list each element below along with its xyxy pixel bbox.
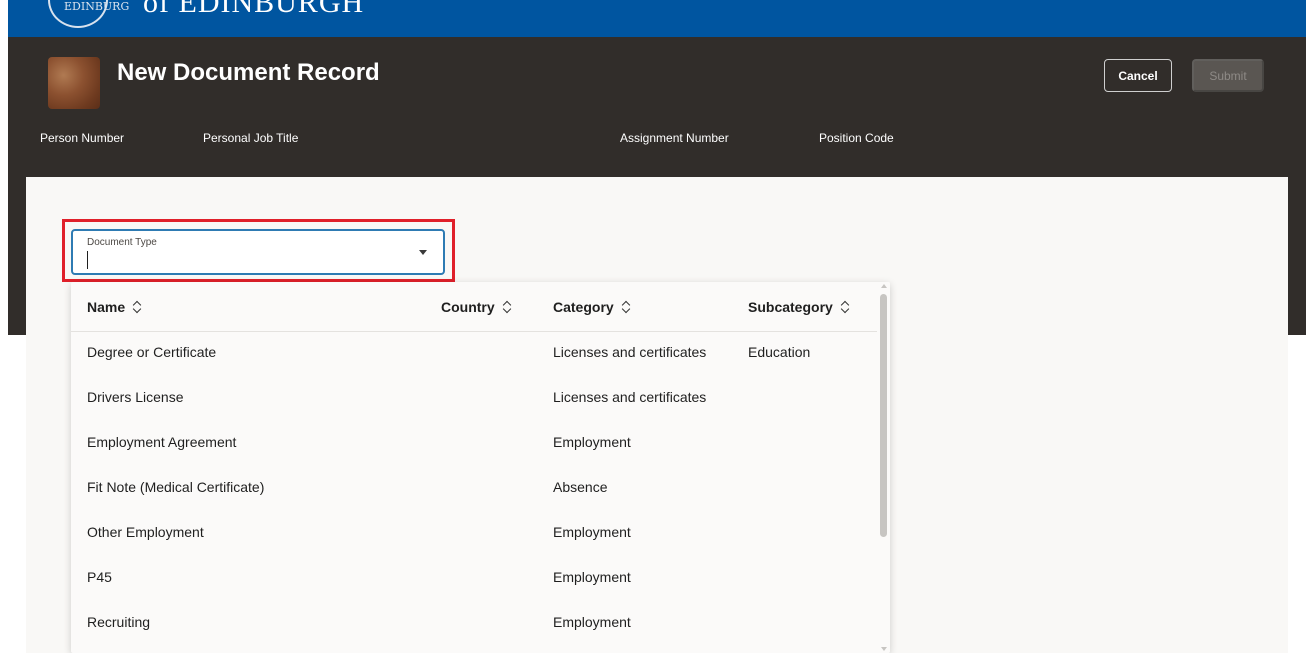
- cell-category: Employment: [553, 434, 631, 450]
- cell-category: Employment: [553, 524, 631, 540]
- sort-icon[interactable]: [133, 300, 143, 314]
- chevron-down-icon[interactable]: [419, 250, 427, 255]
- cell-name: Employment Agreement: [87, 434, 237, 450]
- assignment-number-label: Assignment Number: [620, 131, 729, 145]
- document-type-input[interactable]: [87, 251, 407, 269]
- scrollbar-thumb[interactable]: [880, 294, 887, 537]
- scroll-up-arrow-icon[interactable]: [881, 284, 887, 288]
- cell-name: Degree or Certificate: [87, 344, 217, 360]
- column-header-name-label: Name: [87, 299, 126, 315]
- table-row[interactable]: Degree or Certificate Licenses and certi…: [71, 332, 877, 377]
- cell-name: Other Employment: [87, 524, 204, 540]
- page-margin-right: [1290, 335, 1306, 653]
- page-margin: [0, 0, 8, 653]
- table-row[interactable]: Recruiting Employment: [71, 602, 877, 647]
- person-number-label: Person Number: [40, 131, 125, 145]
- column-header-category-label: Category: [553, 299, 614, 315]
- submit-button[interactable]: Submit: [1192, 59, 1264, 92]
- cell-category: Employment: [553, 569, 631, 585]
- cell-category: Licenses and certificates: [553, 344, 707, 360]
- document-type-select[interactable]: Document Type: [71, 229, 445, 275]
- cancel-button[interactable]: Cancel: [1104, 59, 1172, 92]
- university-brand-bar: EDINBURG of EDINBURGH: [8, 0, 1306, 37]
- cell-category: Licenses and certificates: [553, 389, 707, 405]
- cell-name: Recruiting: [87, 614, 151, 630]
- table-row[interactable]: Drivers License Licenses and certificate…: [71, 377, 877, 422]
- job-title-label: Personal Job Title: [203, 131, 299, 145]
- column-header-name[interactable]: Name: [87, 299, 143, 315]
- column-header-country[interactable]: Country: [441, 299, 513, 315]
- column-header-subcategory-label: Subcategory: [748, 299, 833, 315]
- column-header-country-label: Country: [441, 299, 495, 315]
- table-row[interactable]: Employment Agreement Employment: [71, 422, 877, 467]
- sort-icon[interactable]: [622, 300, 632, 314]
- column-header-category[interactable]: Category: [553, 299, 632, 315]
- cell-name: P45: [87, 569, 112, 585]
- cell-category: Absence: [553, 479, 608, 495]
- crest-text: EDINBURG: [64, 0, 130, 13]
- sort-icon[interactable]: [841, 300, 851, 314]
- scroll-down-arrow-icon[interactable]: [881, 647, 887, 651]
- avatar: [48, 57, 100, 109]
- cell-category: Employment: [553, 614, 631, 630]
- cell-subcategory: Education: [748, 344, 811, 360]
- document-type-dropdown: Name Country Category Subcategory Degree…: [71, 282, 890, 653]
- position-code-label: Position Code: [819, 131, 894, 145]
- cell-name: Drivers License: [87, 389, 184, 405]
- table-row[interactable]: Fit Note (Medical Certificate) Absence: [71, 467, 877, 512]
- brand-name: of EDINBURGH: [143, 0, 365, 19]
- dropdown-scrollbar[interactable]: [877, 282, 890, 653]
- column-header-subcategory[interactable]: Subcategory: [748, 299, 851, 315]
- crest-icon: EDINBURG: [48, 0, 129, 28]
- cell-name: Fit Note (Medical Certificate): [87, 479, 265, 495]
- sort-icon[interactable]: [503, 300, 513, 314]
- table-row[interactable]: Other Employment Employment: [71, 512, 877, 557]
- page-title: New Document Record: [117, 59, 380, 86]
- table-row[interactable]: P45 Employment: [71, 557, 877, 602]
- document-type-label: Document Type: [87, 237, 157, 248]
